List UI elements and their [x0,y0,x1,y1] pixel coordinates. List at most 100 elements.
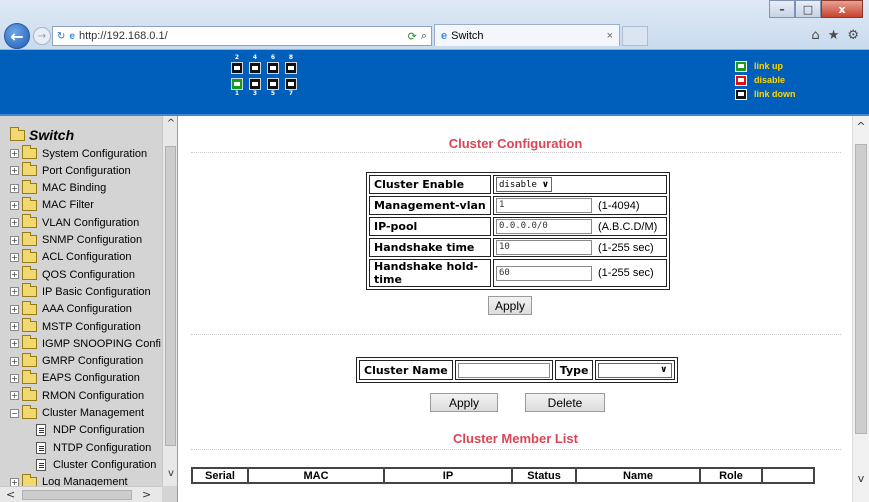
scrollbar-thumb[interactable] [165,146,176,446]
port-number: 5 [270,90,276,97]
tree-item[interactable]: + System Configuration [10,145,147,162]
expand-icon[interactable]: + [10,235,19,245]
expand-icon[interactable]: + [10,322,19,331]
scroll-down-icon[interactable]: v [855,472,867,485]
browser-tab[interactable]: e Switch × [434,24,620,46]
tree-item[interactable]: + EAPS Configuration [10,369,140,387]
scroll-up-icon[interactable]: ^ [165,118,177,129]
tree-item-label: MAC Filter [42,199,94,212]
scroll-right-icon[interactable]: > [142,488,151,501]
open-folder-icon [10,126,25,141]
divider [191,152,841,153]
column-header [761,467,815,484]
folder-icon [22,266,37,281]
tree-item[interactable]: + IGMP SNOOPING Confi [10,335,161,352]
apply-cluster-button[interactable]: Apply [430,393,498,412]
tree-root[interactable]: Switch [10,126,74,143]
navigation-tree: Switch + System Configuration + Port Config… [0,116,178,502]
management-vlan-input[interactable]: 1 [496,198,592,213]
tree-child-item[interactable]: NTDP Configuration [36,439,151,456]
tab-favicon-icon: e [441,29,448,42]
url-text[interactable]: http://192.168.0.1/ [79,30,408,42]
tree-item[interactable]: + AAA Configuration [10,300,132,318]
tree-item[interactable]: + MAC Filter [10,196,94,214]
port-6-icon[interactable] [267,62,279,74]
scroll-left-icon[interactable]: < [6,488,15,501]
scrollbar-thumb[interactable] [855,144,867,434]
tree-item[interactable]: + Port Configuration [10,162,131,179]
chevron-down-icon: ∨ [541,179,549,190]
port-4-icon[interactable] [249,62,261,74]
expand-icon[interactable]: + [10,166,19,176]
main-vertical-scrollbar[interactable]: ^ v [852,116,869,502]
expand-icon[interactable]: + [10,373,19,383]
ip-pool-input[interactable]: 0.0.0.0/0 [496,219,592,234]
expand-icon[interactable]: + [10,304,19,314]
tree-item[interactable]: + MAC Binding [10,179,106,197]
forward-button[interactable]: → [33,27,51,45]
cluster-config-form: Cluster Enable disable ∨ Management-vlan… [366,172,670,290]
scrollbar-thumb[interactable] [22,490,132,500]
address-bar[interactable]: ↻ e http://192.168.0.1/ ⟳ ⌕ [52,26,432,46]
tree-item[interactable]: + SNMP Configuration [10,231,142,249]
handshake-hold-time-input[interactable]: 60 [496,265,592,281]
port-3-icon[interactable] [249,78,261,90]
refresh-icon[interactable]: ↻ [57,31,65,42]
member-list-table: Serial MAC IP Status Name Role [191,467,815,484]
port-5-icon[interactable] [267,78,279,90]
tree-child-item[interactable]: Cluster Configuration [36,456,156,473]
cluster-enable-select[interactable]: disable ∨ [496,177,552,192]
member-list-title: Cluster Member List [453,431,578,446]
delete-cluster-button[interactable]: Delete [525,393,605,412]
tree-item[interactable]: − Cluster Management [10,404,144,422]
search-icon[interactable]: ⌕ [421,30,427,43]
sidebar-horizontal-scrollbar[interactable]: < > [0,486,162,502]
port-7-icon[interactable] [285,78,297,90]
favorites-icon[interactable]: ★ [828,28,840,43]
expand-icon[interactable]: + [10,356,19,366]
port-2-icon[interactable] [231,62,243,74]
minimize-button[interactable]: – [769,0,795,18]
folder-icon [22,248,37,263]
port-panel: 2 4 6 8 1 3 5 7 [231,54,297,98]
tree-child-item[interactable]: NDP Configuration [36,422,145,439]
field-label: Handshake time [369,238,491,257]
scroll-down-icon[interactable]: v [165,468,177,479]
expand-icon[interactable]: + [10,270,19,280]
cluster-name-input[interactable] [457,362,550,378]
port-8-icon[interactable] [285,62,297,74]
close-button[interactable]: x [821,0,863,18]
tree-item[interactable]: + GMRP Configuration [10,352,143,370]
new-tab-button[interactable] [622,26,648,46]
expand-icon[interactable]: + [10,339,19,349]
scroll-up-icon[interactable]: ^ [855,120,867,133]
handshake-time-input[interactable]: 10 [496,240,592,255]
back-button[interactable]: ← [4,23,30,49]
chevron-down-icon: ∨ [660,365,668,375]
compat-icon[interactable]: ⟳ [408,30,417,43]
expand-icon[interactable]: + [10,252,19,262]
home-icon[interactable]: ⌂ [811,28,819,43]
settings-icon[interactable]: ⚙ [847,28,859,43]
expand-icon[interactable]: + [10,200,19,210]
sidebar-vertical-scrollbar[interactable]: ^ v [162,116,177,486]
tree-item[interactable]: + ACL Configuration [10,248,131,266]
tab-close-icon[interactable]: × [607,30,613,42]
tree-item[interactable]: + RMON Configuration [10,387,144,404]
type-select[interactable]: ∨ [598,362,673,378]
tree-item[interactable]: + QOS Configuration [10,266,135,283]
apply-config-button[interactable]: Apply [488,296,532,315]
port-1-icon[interactable] [231,78,243,90]
tree-item[interactable]: + IP Basic Configuration [10,283,151,300]
tree-item[interactable]: + VLAN Configuration [10,214,139,231]
expand-icon[interactable]: + [10,149,19,158]
expand-icon[interactable]: + [10,218,19,228]
tree-item[interactable]: + MSTP Configuration [10,318,141,335]
tree-item-label: NTDP Configuration [53,441,152,454]
expand-icon[interactable]: + [10,183,19,193]
maximize-button[interactable]: □ [795,0,821,18]
port-number: 6 [270,54,276,61]
expand-icon[interactable]: + [10,391,19,401]
collapse-icon[interactable]: − [10,408,19,418]
expand-icon[interactable]: + [10,287,19,297]
